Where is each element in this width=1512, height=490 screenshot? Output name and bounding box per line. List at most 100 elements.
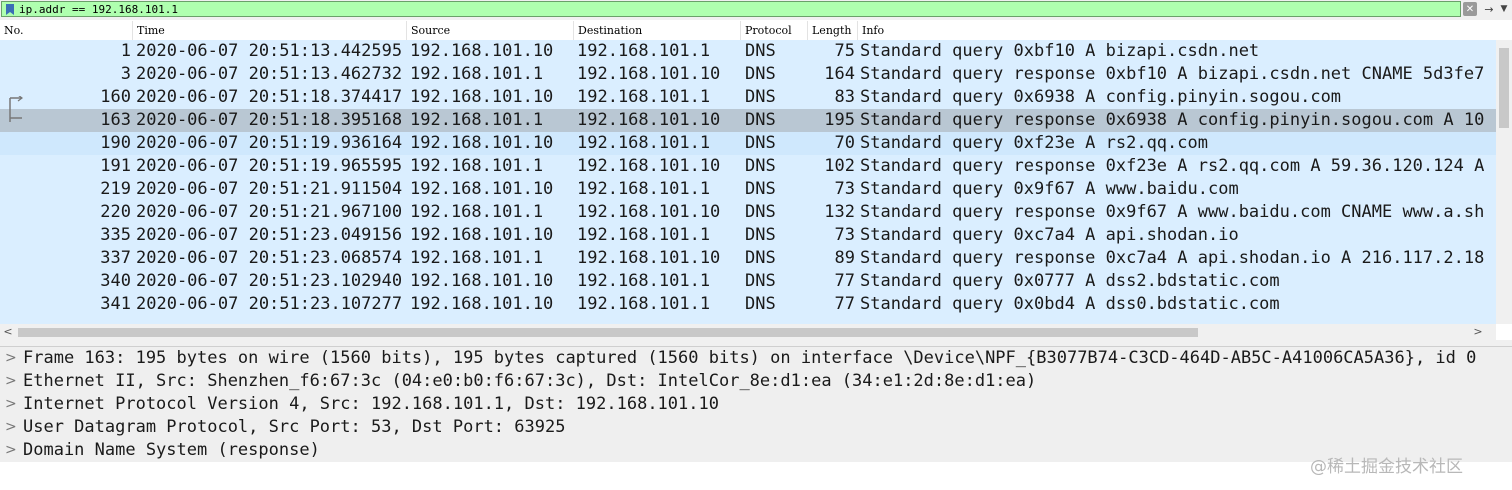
packet-source: 192.168.101.10 [410, 179, 554, 199]
packet-info: Standard query 0x0777 A dss2.bdstatic.co… [860, 271, 1280, 291]
packet-source: 192.168.101.1 [410, 202, 544, 222]
apply-filter-arrow-icon[interactable]: → [1482, 2, 1496, 16]
display-filter-toolbar: ip.addr == 192.168.101.1 ✕ → ▼ [0, 0, 1512, 20]
detail-text: Frame 163: 195 bytes on wire (1560 bits)… [23, 348, 1477, 368]
packet-protocol: DNS [745, 133, 776, 153]
packet-list-vertical-scrollbar[interactable] [1496, 40, 1512, 324]
packet-time: 2020-06-07 20:51:13.462732 [136, 64, 403, 84]
expand-chevron-icon[interactable]: > [5, 439, 19, 462]
clear-filter-icon[interactable]: ✕ [1463, 2, 1477, 16]
scroll-left-icon[interactable]: < [0, 324, 16, 340]
packet-destination: 192.168.101.10 [577, 202, 721, 222]
packet-time: 2020-06-07 20:51:23.102940 [136, 271, 403, 291]
expand-chevron-icon[interactable]: > [5, 347, 19, 370]
packet-info: Standard query response 0xf23e A rs2.qq.… [860, 156, 1485, 176]
packet-source: 192.168.101.10 [410, 133, 554, 153]
packet-time: 2020-06-07 20:51:19.936164 [136, 133, 403, 153]
packet-length: 73 [834, 179, 855, 199]
packet-row[interactable]: 335 2020-06-07 20:51:23.049156 192.168.1… [0, 224, 1496, 247]
packet-length: 195 [824, 110, 855, 130]
vertical-scroll-thumb[interactable] [1499, 48, 1509, 128]
packet-no: 3 [120, 64, 131, 84]
packet-destination: 192.168.101.1 [577, 179, 711, 199]
detail-text: Ethernet II, Src: Shenzhen_f6:67:3c (04:… [23, 371, 1037, 391]
packet-length: 132 [824, 202, 855, 222]
packet-time: 2020-06-07 20:51:21.911504 [136, 179, 403, 199]
packet-time: 2020-06-07 20:51:21.967100 [136, 202, 403, 222]
packet-protocol: DNS [745, 87, 776, 107]
packet-row[interactable]: 340 2020-06-07 20:51:23.102940 192.168.1… [0, 270, 1496, 293]
expand-chevron-icon[interactable]: > [5, 393, 19, 416]
packet-source: 192.168.101.1 [410, 156, 544, 176]
packet-source: 192.168.101.1 [410, 248, 544, 268]
packet-destination: 192.168.101.1 [577, 294, 711, 314]
packet-no: 1 [120, 41, 131, 61]
packet-info: Standard query response 0x6938 A config.… [860, 110, 1485, 130]
column-length[interactable]: Length [808, 21, 858, 40]
packet-info: Standard query 0x6938 A config.pinyin.so… [860, 87, 1342, 107]
packet-time: 2020-06-07 20:51:13.442595 [136, 41, 403, 61]
pane-splitter[interactable] [0, 340, 1512, 347]
packet-source: 192.168.101.10 [410, 41, 554, 61]
packet-row[interactable]: 1 2020-06-07 20:51:13.442595 192.168.101… [0, 40, 1496, 63]
packet-destination: 192.168.101.1 [577, 225, 711, 245]
packet-source: 192.168.101.1 [410, 110, 544, 130]
column-info[interactable]: Info [858, 21, 1512, 40]
filter-dropdown-icon[interactable]: ▼ [1497, 2, 1511, 16]
scroll-right-icon[interactable]: > [1470, 324, 1486, 340]
packet-source: 192.168.101.10 [410, 87, 554, 107]
packet-source: 192.168.101.1 [410, 64, 544, 84]
packet-row[interactable]: 191 2020-06-07 20:51:19.965595 192.168.1… [0, 155, 1496, 178]
packet-time: 2020-06-07 20:51:23.049156 [136, 225, 403, 245]
expand-chevron-icon[interactable]: > [5, 370, 19, 393]
packet-info: Standard query response 0xc7a4 A api.sho… [860, 248, 1485, 268]
detail-text: Internet Protocol Version 4, Src: 192.16… [23, 394, 719, 414]
packet-info: Standard query 0xbf10 A bizapi.csdn.net [860, 41, 1260, 61]
column-time[interactable]: Time [133, 21, 407, 40]
detail-row-dns[interactable]: > Domain Name System (response) [0, 439, 1512, 462]
detail-row-ethernet[interactable]: > Ethernet II, Src: Shenzhen_f6:67:3c (0… [0, 370, 1512, 393]
packet-time: 2020-06-07 20:51:23.068574 [136, 248, 403, 268]
detail-text: Domain Name System (response) [23, 440, 320, 460]
packet-list-horizontal-scrollbar[interactable]: < > [0, 324, 1496, 340]
packet-row-selected[interactable]: 163 2020-06-07 20:51:18.395168 192.168.1… [0, 109, 1496, 132]
column-destination[interactable]: Destination [574, 21, 741, 40]
detail-text: User Datagram Protocol, Src Port: 53, Ds… [23, 417, 566, 437]
packet-length: 77 [834, 271, 855, 291]
packet-row[interactable]: 3 2020-06-07 20:51:13.462732 192.168.101… [0, 63, 1496, 86]
packet-row-partial[interactable] [0, 316, 1496, 324]
packet-time: 2020-06-07 20:51:18.374417 [136, 87, 403, 107]
detail-row-ipv4[interactable]: > Internet Protocol Version 4, Src: 192.… [0, 393, 1512, 416]
horizontal-scroll-thumb[interactable] [18, 328, 1198, 337]
packet-source: 192.168.101.10 [410, 294, 554, 314]
packet-info: Standard query response 0x9f67 A www.bai… [860, 202, 1485, 222]
packet-row[interactable]: 341 2020-06-07 20:51:23.107277 192.168.1… [0, 293, 1496, 316]
packet-no: 337 [100, 248, 131, 268]
packet-row[interactable]: 220 2020-06-07 20:51:21.967100 192.168.1… [0, 201, 1496, 224]
display-filter-input[interactable]: ip.addr == 192.168.101.1 [1, 1, 1461, 17]
packet-protocol: DNS [745, 248, 776, 268]
packet-destination: 192.168.101.10 [577, 156, 721, 176]
packet-row[interactable]: 337 2020-06-07 20:51:23.068574 192.168.1… [0, 247, 1496, 270]
column-protocol[interactable]: Protocol [741, 21, 808, 40]
column-source[interactable]: Source [407, 21, 574, 40]
detail-row-udp[interactable]: > User Datagram Protocol, Src Port: 53, … [0, 416, 1512, 439]
packet-length: 89 [834, 248, 855, 268]
packet-destination: 192.168.101.10 [577, 248, 721, 268]
packet-no: 190 [100, 133, 131, 153]
bookmark-icon[interactable] [4, 3, 16, 15]
expand-chevron-icon[interactable]: > [5, 416, 19, 439]
packet-no: 340 [100, 271, 131, 291]
detail-row-frame[interactable]: > Frame 163: 195 bytes on wire (1560 bit… [0, 347, 1512, 370]
packet-destination: 192.168.101.10 [577, 64, 721, 84]
packet-length: 83 [834, 87, 855, 107]
packet-details-pane: > Frame 163: 195 bytes on wire (1560 bit… [0, 347, 1512, 490]
packet-row[interactable]: 160 2020-06-07 20:51:18.374417 192.168.1… [0, 86, 1496, 109]
packet-length: 73 [834, 225, 855, 245]
packet-source: 192.168.101.10 [410, 271, 554, 291]
column-no[interactable]: No. [0, 21, 133, 40]
packet-time: 2020-06-07 20:51:23.107277 [136, 294, 403, 314]
packet-time: 2020-06-07 20:51:18.395168 [136, 110, 403, 130]
packet-row[interactable]: 219 2020-06-07 20:51:21.911504 192.168.1… [0, 178, 1496, 201]
packet-row[interactable]: 190 2020-06-07 20:51:19.936164 192.168.1… [0, 132, 1496, 155]
